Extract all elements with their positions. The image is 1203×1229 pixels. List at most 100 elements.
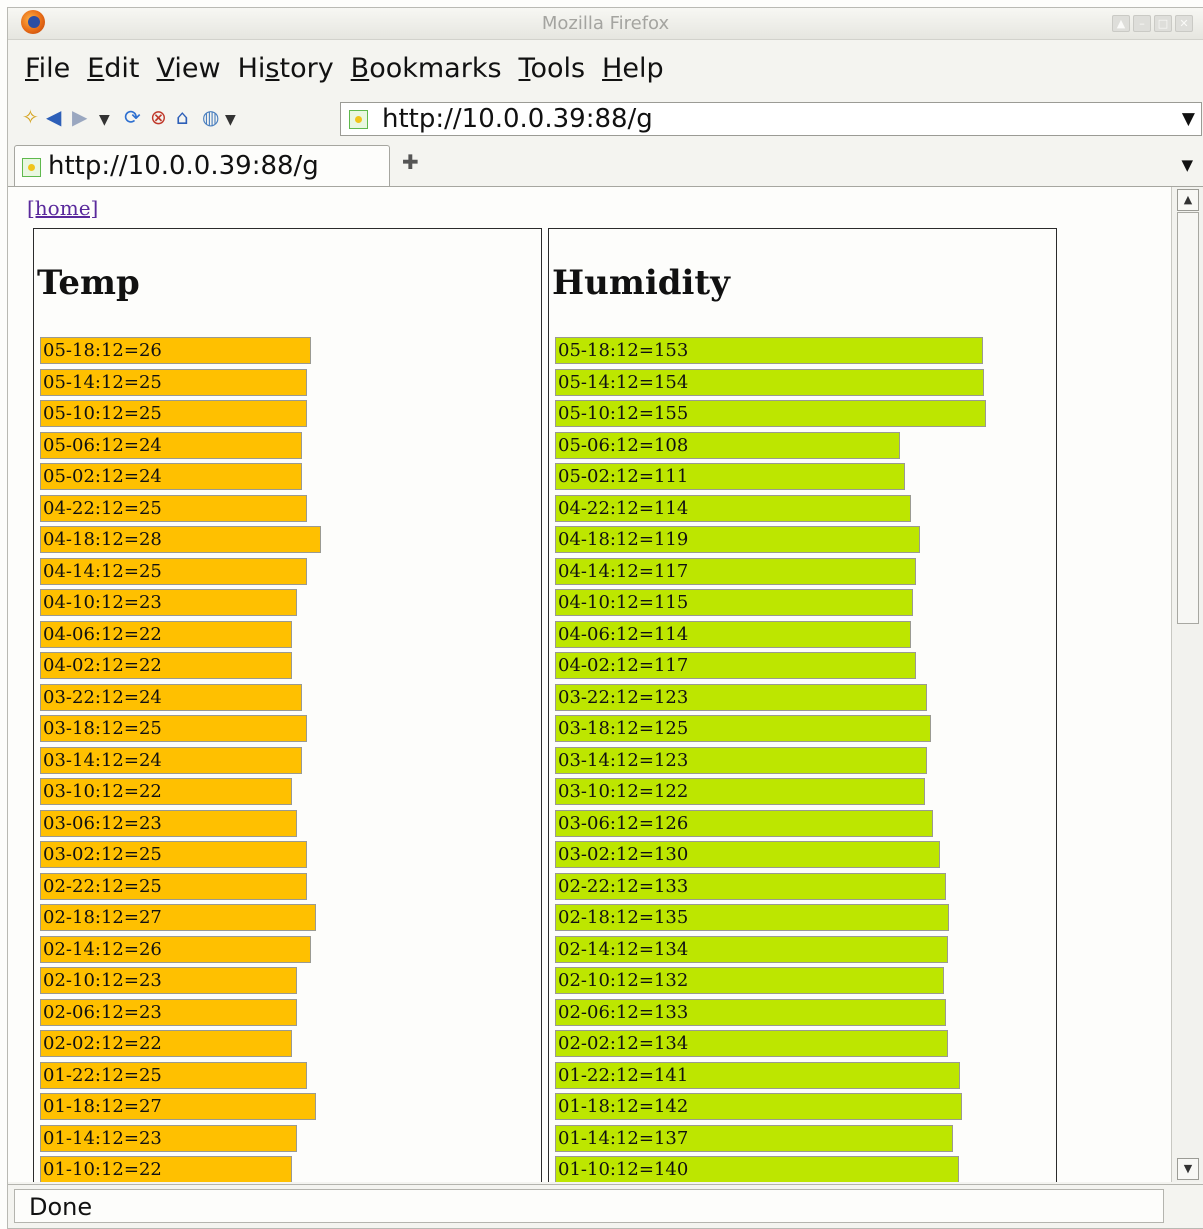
temp-panel: Temp 05-18:12=26 05-14:12=25 05-10:12=25 05… [33, 228, 542, 1182]
url-dropdown-icon[interactable]: ▼ [1182, 109, 1195, 129]
tab-active[interactable]: http://10.0.0.39:88/g [14, 145, 390, 186]
humidity-bar: 05-02:12=111 [555, 463, 905, 490]
temp-bar: 04-06:12=22 [40, 620, 292, 648]
forward-arrow-icon[interactable]: ▶ [72, 107, 87, 127]
menu-bar: File Edit View History Bookmarks Tools Help [8, 40, 1203, 96]
menu-item-label-post: ools [530, 52, 586, 84]
humidity-bar: 02-06:12=133 [555, 998, 946, 1026]
tab-title: http://10.0.0.39:88/g [48, 151, 319, 181]
navigation-toolbar: ✧ ◀ ▶ ▼ ⟳ ⊗ ⌂ ◍ ▼ http://10.0.0.39:88/g … [8, 96, 1203, 142]
humidity-bar: 04-02:12=117 [555, 652, 916, 679]
temp-bar: 04-14:12=25 [40, 557, 307, 585]
window-controls: ▲ – □ ✕ [1112, 15, 1193, 32]
temp-bar: 05-02:12=24 [40, 463, 302, 490]
temp-bar: 03-22:12=24 [40, 683, 302, 711]
menu-item-label-post: tory [279, 52, 334, 84]
humidity-bar: 03-22:12=123 [555, 683, 927, 711]
humidity-bar: 03-18:12=125 [555, 715, 931, 742]
temp-bar: 02-06:12=23 [40, 998, 297, 1026]
temp-bar: 05-06:12=24 [40, 431, 302, 459]
menu-item[interactable]: History [238, 53, 334, 84]
menu-item-label-pre: Hi [237, 52, 266, 84]
vertical-scrollbar[interactable]: ▲ ▼ [1171, 187, 1203, 1182]
humidity-bar: 02-10:12=132 [555, 967, 944, 994]
temp-bar: 03-10:12=22 [40, 778, 292, 805]
menu-item[interactable]: View [157, 53, 221, 84]
temp-bar: 01-18:12=27 [40, 1093, 316, 1120]
back-arrow-icon[interactable]: ◀ [46, 107, 61, 127]
humidity-bar: 02-02:12=134 [555, 1030, 948, 1057]
temp-bar: 04-18:12=28 [40, 526, 321, 553]
page-content: [home] Temp 05-18:12=26 05-14:12=25 05-10:… [8, 187, 1171, 1182]
humidity-bar: 04-14:12=117 [555, 557, 916, 585]
humidity-bar: 05-06:12=108 [555, 431, 900, 459]
new-tab-icon[interactable]: ✚ [402, 150, 419, 174]
menu-item[interactable]: Help [602, 53, 664, 84]
temp-bar: 01-10:12=22 [40, 1156, 292, 1182]
menu-item[interactable]: File [25, 53, 70, 84]
url-text[interactable]: http://10.0.0.39:88/g [382, 103, 653, 135]
humidity-bar: 04-10:12=115 [555, 589, 913, 616]
site-favicon-icon [349, 110, 368, 129]
temp-bar: 02-10:12=23 [40, 967, 297, 994]
tab-favicon-icon [22, 158, 41, 177]
humidity-bar: 03-10:12=122 [555, 778, 925, 805]
close-icon[interactable]: ✕ [1175, 15, 1193, 32]
humidity-bar: 05-14:12=154 [555, 368, 984, 396]
scroll-down-icon[interactable]: ▼ [1177, 1158, 1199, 1180]
humidity-bar: 02-14:12=134 [555, 935, 948, 963]
reload-icon[interactable]: ⟳ [124, 107, 141, 127]
temp-bar: 05-14:12=25 [40, 368, 307, 396]
maximize-icon[interactable]: □ [1154, 15, 1172, 32]
home-icon[interactable]: ⌂ [176, 107, 189, 127]
temp-heading: Temp [37, 263, 140, 303]
menu-item-label-acc: H [602, 52, 623, 84]
humidity-bar: 03-14:12=123 [555, 746, 927, 774]
humidity-bar: 01-22:12=141 [555, 1061, 960, 1089]
temp-bar: 03-02:12=25 [40, 841, 307, 868]
menu-item-label-acc: s [265, 52, 280, 84]
temp-bar: 04-02:12=22 [40, 652, 292, 679]
humidity-bar: 01-18:12=142 [555, 1093, 962, 1120]
scroll-up-icon[interactable]: ▲ [1177, 189, 1199, 211]
stop-icon[interactable]: ⊗ [150, 107, 167, 127]
temp-bar: 04-10:12=23 [40, 589, 297, 616]
globe-dropdown-icon[interactable]: ▼ [225, 110, 236, 130]
menu-item-label-post: elp [622, 52, 664, 84]
sparkle-icon[interactable]: ✧ [22, 107, 39, 127]
menu-item-label-acc: E [87, 52, 105, 84]
temp-bar: 03-14:12=24 [40, 746, 302, 774]
humidity-bar: 02-22:12=133 [555, 872, 946, 900]
menu-item-label-post: dit [104, 52, 140, 84]
humidity-bar: 03-02:12=130 [555, 841, 940, 868]
scroll-thumb[interactable] [1177, 212, 1199, 624]
window-title: Mozilla Firefox [541, 13, 670, 34]
humidity-heading: Humidity [552, 263, 730, 303]
temp-bar: 03-06:12=23 [40, 809, 297, 837]
globe-icon[interactable]: ◍ [202, 107, 219, 127]
menu-item-label-acc: V [156, 52, 175, 84]
history-dropdown-icon[interactable]: ▼ [99, 110, 110, 130]
browser-window: Mozilla Firefox ▲ – □ ✕ File Edit View Hist… [7, 7, 1203, 1229]
menu-item-label-acc: F [25, 52, 39, 84]
minimize-icon[interactable]: – [1133, 15, 1151, 32]
menu-item[interactable]: Bookmarks [351, 53, 502, 84]
temp-bar: 05-10:12=25 [40, 400, 307, 427]
shade-icon[interactable]: ▲ [1112, 15, 1130, 32]
menu-item-label-post: iew [174, 52, 221, 84]
temp-bar: 01-22:12=25 [40, 1061, 307, 1089]
temp-bar: 02-18:12=27 [40, 904, 316, 931]
temp-bar: 03-18:12=25 [40, 715, 307, 742]
temp-bar: 01-14:12=23 [40, 1124, 297, 1152]
home-link[interactable]: [home] [27, 196, 98, 220]
humidity-bar: 03-06:12=126 [555, 809, 933, 837]
humidity-bar: 01-10:12=140 [555, 1156, 959, 1182]
temp-bar: 05-18:12=26 [40, 337, 311, 364]
humidity-bar: 04-18:12=119 [555, 526, 920, 553]
menu-item[interactable]: Tools [519, 53, 586, 84]
menu-item[interactable]: Edit [87, 53, 139, 84]
tab-list-dropdown-icon[interactable]: ▼ [1181, 156, 1193, 174]
address-bar[interactable]: http://10.0.0.39:88/g ▼ [340, 102, 1202, 136]
title-bar: Mozilla Firefox ▲ – □ ✕ [8, 8, 1203, 40]
humidity-bar: 04-06:12=114 [555, 620, 911, 648]
